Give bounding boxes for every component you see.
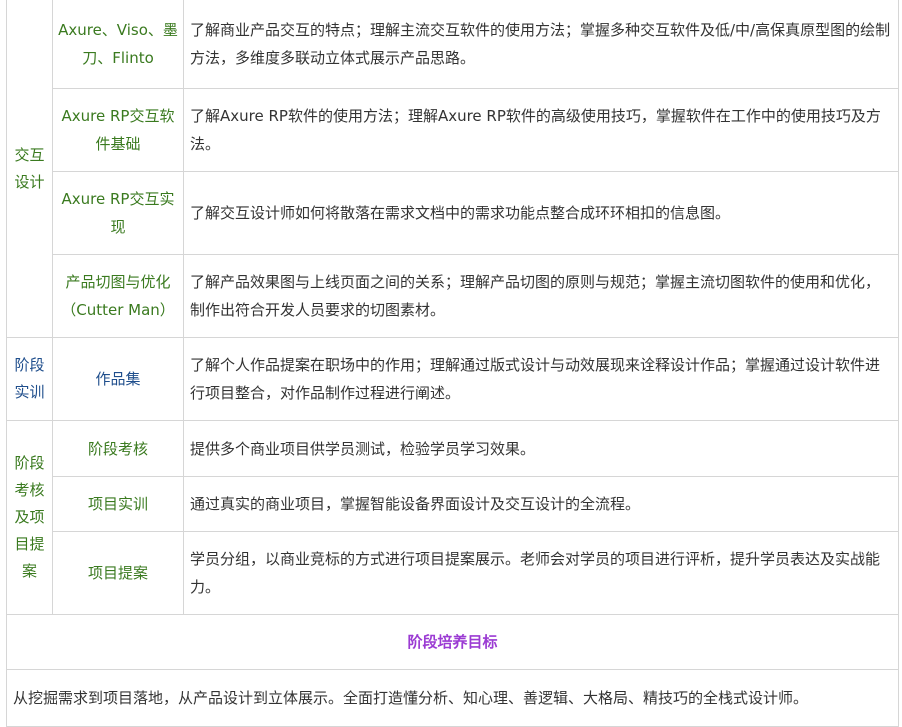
table-row: 项目提案 学员分组，以商业竞标的方式进行项目提案展示。老师会对学员的项目进行评析… <box>7 531 899 615</box>
stage-cell-interaction: 交互设计 <box>6 0 53 338</box>
course-cell: 项目实训 <box>52 476 184 532</box>
description-cell: 了解商业产品交互的特点；理解主流交互软件的使用方法；掌握多种交互软件及低/中/高… <box>183 0 899 89</box>
course-cell: 产品切图与优化（Cutter Man） <box>52 254 184 338</box>
goal-title-row: 阶段培养目标 <box>6 614 899 670</box>
course-cell: 阶段考核 <box>52 420 184 477</box>
course-cell: Axure RP交互实现 <box>52 171 184 255</box>
table-row: 产品切图与优化（Cutter Man） 了解产品效果图与上线页面之间的关系；理解… <box>7 254 899 338</box>
curriculum-table: 交互设计 Axure、Viso、墨刀、Flinto 了解商业产品交互的特点；理解… <box>6 0 899 727</box>
description-cell: 了解个人作品提案在职场中的作用；理解通过版式设计与动效展现来诠释设计作品；掌握通… <box>183 337 899 421</box>
table-row: Axure RP交互软件基础 了解Axure RP软件的使用方法；理解Axure… <box>7 88 899 172</box>
description-cell: 了解产品效果图与上线页面之间的关系；理解产品切图的原则与规范；掌握主流切图软件的… <box>183 254 899 338</box>
goal-title: 阶段培养目标 <box>6 614 899 670</box>
table-row: Axure RP交互实现 了解交互设计师如何将散落在需求文档中的需求功能点整合成… <box>7 171 899 255</box>
table-row: 阶段实训 作品集 了解个人作品提案在职场中的作用；理解通过版式设计与动效展现来诠… <box>6 337 899 421</box>
course-cell: Axure RP交互软件基础 <box>52 88 184 172</box>
table-row: 交互设计 Axure、Viso、墨刀、Flinto 了解商业产品交互的特点；理解… <box>6 0 899 338</box>
stage-cell-assessment: 阶段考核及项目提案 <box>6 420 53 615</box>
goal-text: 从挖掘需求到项目落地，从产品设计到立体展示。全面打造懂分析、知心理、善逻辑、大格… <box>6 669 899 727</box>
table-row: 阶段考核及项目提案 阶段考核 提供多个商业项目供学员测试，检验学员学习效果。 <box>6 420 899 615</box>
table-row: 项目实训 通过真实的商业项目，掌握智能设备界面设计及交互设计的全流程。 <box>7 476 899 532</box>
description-cell: 了解Axure RP软件的使用方法；理解Axure RP软件的高级使用技巧，掌握… <box>183 88 899 172</box>
goal-text-row: 从挖掘需求到项目落地，从产品设计到立体展示。全面打造懂分析、知心理、善逻辑、大格… <box>6 669 899 727</box>
stage-cell-training: 阶段实训 <box>6 337 53 421</box>
description-cell: 提供多个商业项目供学员测试，检验学员学习效果。 <box>183 420 899 477</box>
course-cell: Axure、Viso、墨刀、Flinto <box>52 0 184 89</box>
description-cell: 通过真实的商业项目，掌握智能设备界面设计及交互设计的全流程。 <box>183 476 899 532</box>
course-cell: 作品集 <box>52 337 184 421</box>
description-cell: 了解交互设计师如何将散落在需求文档中的需求功能点整合成环环相扣的信息图。 <box>183 171 899 255</box>
description-cell: 学员分组，以商业竞标的方式进行项目提案展示。老师会对学员的项目进行评析，提升学员… <box>183 531 899 615</box>
course-cell: 项目提案 <box>52 531 184 615</box>
